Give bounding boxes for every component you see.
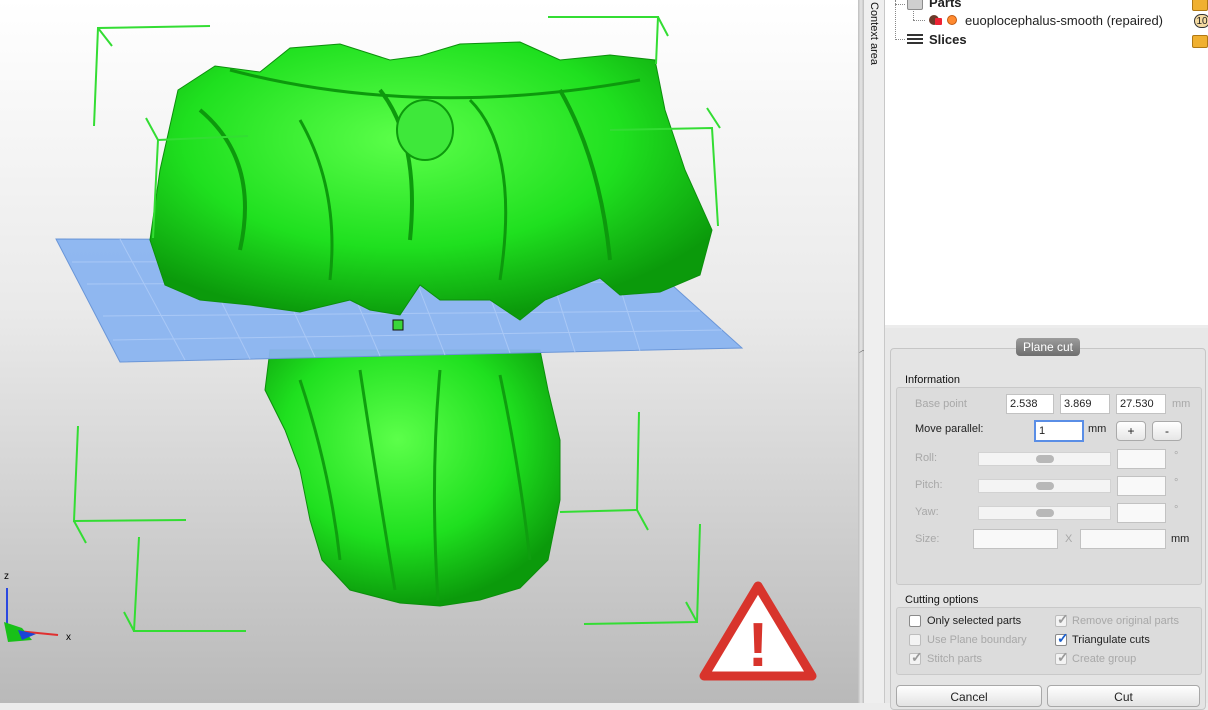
triangulate-cuts-label: Triangulate cuts: [1072, 634, 1150, 646]
model-lower: [264, 349, 561, 607]
cancel-button[interactable]: Cancel: [896, 685, 1042, 707]
triangulate-cuts-checkbox[interactable]: ✓: [1055, 630, 1069, 646]
base-point-unit: mm: [1172, 398, 1191, 410]
cutting-options-group-label: Cutting options: [905, 594, 979, 606]
parts-folder-icon: [907, 0, 923, 10]
create-group-label: Create group: [1072, 653, 1137, 665]
pitch-field[interactable]: [1117, 476, 1166, 496]
3d-viewport[interactable]: z x !: [0, 0, 858, 703]
size-unit: mm: [1171, 533, 1190, 545]
warning-icon: !: [699, 581, 817, 681]
slices-icon: [907, 34, 923, 46]
use-plane-boundary-checkbox[interactable]: [909, 634, 921, 646]
repair-icon: [935, 18, 942, 25]
slices-label: Slices: [929, 32, 967, 47]
size-label: Size:: [915, 533, 940, 545]
base-point-label: Base point: [915, 398, 967, 410]
yaw-field[interactable]: [1117, 503, 1166, 523]
plane-center-handle: [392, 319, 404, 331]
yaw-label: Yaw:: [915, 506, 939, 518]
cut-button[interactable]: Cut: [1047, 685, 1200, 707]
pitch-unit: °: [1174, 477, 1179, 489]
move-parallel-label: Move parallel:: [915, 423, 984, 435]
visibility-icon[interactable]: [947, 15, 957, 25]
information-group-label: Information: [905, 374, 961, 386]
parts-label: Parts: [929, 0, 962, 10]
yaw-slider-knob[interactable]: [1036, 509, 1054, 517]
context-area-strip[interactable]: Context area: [864, 0, 885, 703]
tree-item-parts[interactable]: Parts: [907, 0, 1208, 12]
only-selected-parts-label: Only selected parts: [927, 615, 1022, 627]
only-selected-parts-checkbox[interactable]: [909, 615, 921, 627]
use-plane-boundary-label: Use Plane boundary: [927, 634, 1027, 646]
move-minus-button[interactable]: -: [1152, 421, 1182, 441]
base-point-y-field[interactable]: [1060, 394, 1110, 414]
plane-cut-title: Plane cut: [1016, 338, 1080, 356]
scene-canvas[interactable]: z x !: [0, 0, 858, 703]
warning-symbol: !: [748, 611, 769, 680]
base-point-x-field[interactable]: [1006, 394, 1054, 414]
roll-slider-knob[interactable]: [1036, 455, 1054, 463]
size-width-field[interactable]: [973, 529, 1058, 549]
part-tree[interactable]: Parts euoplocephalus-smooth (repaired) 1…: [885, 0, 1208, 325]
plane-cut-panel: Plane cut Information Base point mm Move…: [885, 328, 1208, 710]
roll-unit: °: [1174, 450, 1179, 462]
pitch-slider[interactable]: [978, 479, 1111, 493]
move-parallel-input[interactable]: [1034, 420, 1084, 442]
tree-item-slices[interactable]: Slices: [907, 31, 1208, 49]
z-axis-label: z: [4, 571, 9, 582]
part-count-badge: 10: [1194, 14, 1208, 28]
x-axis-label: x: [66, 632, 71, 643]
move-parallel-unit: mm: [1088, 423, 1107, 435]
tree-item-part[interactable]: euoplocephalus-smooth (repaired) 10: [927, 12, 1208, 30]
stitch-parts-label: Stitch parts: [927, 653, 983, 665]
size-separator: X: [1065, 533, 1073, 545]
pitch-slider-knob[interactable]: [1036, 482, 1054, 490]
stitch-parts-checkbox[interactable]: ✓: [909, 649, 923, 665]
yaw-unit: °: [1174, 504, 1179, 516]
roll-field[interactable]: [1117, 449, 1166, 469]
axis-triad: z x: [4, 571, 71, 643]
model-upper: [149, 41, 713, 321]
remove-original-parts-checkbox[interactable]: ✓: [1055, 611, 1069, 627]
size-height-field[interactable]: [1080, 529, 1166, 549]
part-name: euoplocephalus-smooth (repaired): [965, 13, 1164, 28]
pitch-label: Pitch:: [915, 479, 943, 491]
move-plus-button[interactable]: +: [1116, 421, 1146, 441]
open-icon[interactable]: [1192, 35, 1208, 48]
create-group-checkbox[interactable]: ✓: [1055, 649, 1069, 665]
roll-label: Roll:: [915, 452, 938, 464]
remove-original-parts-label: Remove original parts: [1072, 615, 1179, 627]
open-icon[interactable]: [1192, 0, 1208, 11]
context-area-label: Context area: [868, 2, 880, 65]
roll-slider[interactable]: [978, 452, 1111, 466]
base-point-z-field[interactable]: [1116, 394, 1166, 414]
yaw-slider[interactable]: [978, 506, 1111, 520]
